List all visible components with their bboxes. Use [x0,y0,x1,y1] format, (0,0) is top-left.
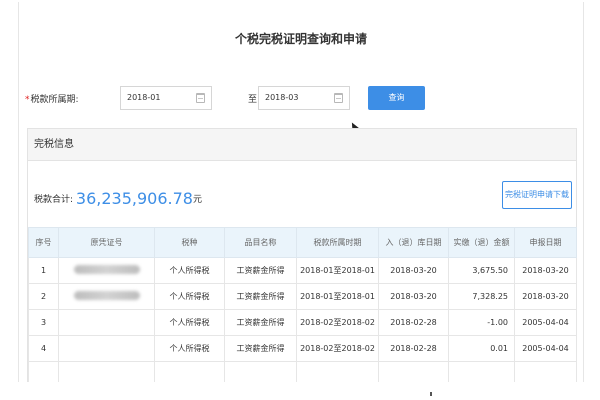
query-button[interactable]: 查询 [368,86,425,110]
redacted-voucher [73,291,140,300]
period-label-text: 税款所属期: [30,95,79,105]
cell-declare-date: 2005-04-04 [514,309,577,336]
cell-voucher [58,257,155,284]
table-header-row: 序号 原凭证号 税种 品目名称 税款所属时期 入（退）库日期 实缴（退）金额 申… [28,227,577,258]
header-declare-date: 申报日期 [514,227,577,258]
panel-title: 完税信息 [28,129,576,161]
table-row[interactable] [28,361,577,382]
calendar-icon[interactable] [334,93,343,103]
tax-total: 税款合计: 36,235,906.78元 [34,189,202,208]
cell-amount: -1.00 [448,309,515,336]
cell-tax-type: 个人所得税 [154,309,225,336]
required-mark: * [25,95,30,105]
table-row[interactable]: 4 个人所得税 工资薪金所得 2018-02至2018-02 2018-02-2… [28,335,577,362]
cell-stock-date: 2018-02-28 [378,309,449,336]
stray-mark [430,392,432,396]
cell-amount [448,361,515,382]
tax-records-table: 序号 原凭证号 税种 品目名称 税款所属时期 入（退）库日期 实缴（退）金额 申… [28,227,577,382]
tax-info-panel: 完税信息 税款合计: 36,235,906.78元 完税证明申请下载 序号 原凭… [27,128,577,382]
cell-item [224,361,297,382]
start-period-value: 2018-01 [127,93,161,102]
table-row[interactable]: 2 个人所得税 工资薪金所得 2018-01至2018-01 2018-03-2… [28,283,577,310]
total-amount: 36,235,906.78 [75,189,193,208]
cell-index: 4 [28,335,59,362]
cell-item: 工资薪金所得 [224,283,297,310]
header-index: 序号 [28,227,59,258]
cell-period [296,361,379,382]
end-period-input[interactable]: 2018-03 [258,86,350,110]
cell-voucher [58,283,155,310]
calendar-icon[interactable] [196,93,205,103]
cell-declare-date [514,361,577,382]
table-row[interactable]: 1 个人所得税 工资薪金所得 2018-01至2018-01 2018-03-2… [28,257,577,284]
cell-period: 2018-02至2018-02 [296,335,379,362]
cell-voucher [58,309,155,336]
cell-declare-date: 2005-04-04 [514,335,577,362]
header-item: 品目名称 [224,227,297,258]
cell-tax-type: 个人所得税 [154,335,225,362]
cell-declare-date: 2018-03-20 [514,257,577,284]
cell-index [28,361,59,382]
cell-stock-date [378,361,449,382]
header-period: 税款所属时期 [296,227,379,258]
query-form: *税款所属期: 2018-01 至 2018-03 查询 [19,86,583,110]
total-label: 税款合计: [34,195,74,205]
cell-index: 2 [28,283,59,310]
cell-tax-type: 个人所得税 [154,257,225,284]
cell-stock-date: 2018-03-20 [378,257,449,284]
period-label: *税款所属期: [25,92,79,105]
to-label: 至 [248,95,258,105]
table-row[interactable]: 3 个人所得税 工资薪金所得 2018-02至2018-02 2018-02-2… [28,309,577,336]
end-period-value: 2018-03 [265,93,299,102]
cell-voucher [58,361,155,382]
cell-stock-date: 2018-03-20 [378,283,449,310]
cell-item: 工资薪金所得 [224,335,297,362]
cell-amount: 0.01 [448,335,515,362]
cell-period: 2018-01至2018-01 [296,257,379,284]
cell-period: 2018-01至2018-01 [296,283,379,310]
cell-amount: 7,328.25 [448,283,515,310]
total-unit: 元 [192,195,202,205]
app-frame: 个税完税证明查询和申请 *税款所属期: 2018-01 至 2018-03 查询… [18,2,584,382]
cell-index: 3 [28,309,59,336]
cell-item: 工资薪金所得 [224,257,297,284]
cell-stock-date: 2018-02-28 [378,335,449,362]
cell-voucher [58,335,155,362]
page-title: 个税完税证明查询和申请 [234,32,367,46]
header-tax-type: 税种 [154,227,225,258]
cell-tax-type: 个人所得税 [154,283,225,310]
cell-tax-type [154,361,225,382]
cell-amount: 3,675.50 [448,257,515,284]
cell-index: 1 [28,257,59,284]
download-certificate-button[interactable]: 完税证明申请下载 [502,181,572,209]
header-stock-date: 入（退）库日期 [378,227,449,258]
cell-declare-date: 2018-03-20 [514,283,577,310]
cell-item: 工资薪金所得 [224,309,297,336]
cell-period: 2018-02至2018-02 [296,309,379,336]
header-amount: 实缴（退）金额 [448,227,515,258]
header-voucher: 原凭证号 [58,227,155,258]
start-period-input[interactable]: 2018-01 [120,86,212,110]
redacted-voucher [73,265,140,274]
